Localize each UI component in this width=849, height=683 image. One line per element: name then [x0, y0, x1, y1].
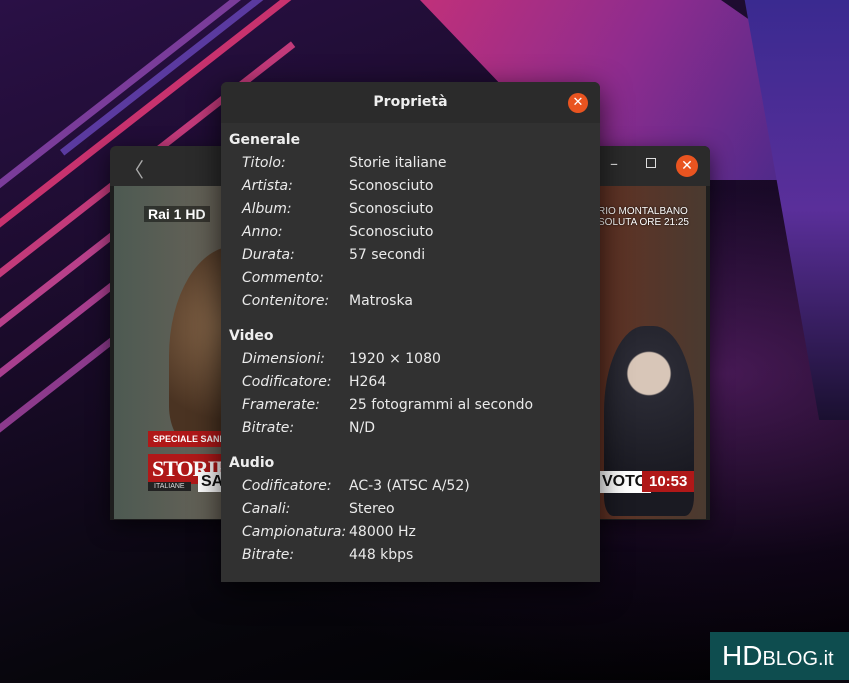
promo-text: RIO MONTALBANO SOLUTA ORE 21:25	[598, 206, 689, 228]
property-label: Canali:	[242, 501, 291, 517]
property-value: H264	[349, 374, 387, 390]
dialog-header-bar[interactable]: Proprietà ✕	[221, 82, 600, 123]
show-subtitle-graphic: ITALIANE	[148, 482, 191, 491]
minimize-icon[interactable]: –	[610, 154, 618, 173]
close-icon[interactable]: ✕	[568, 93, 588, 113]
property-value: Sconosciuto	[349, 224, 434, 240]
property-label: Campionatura:	[242, 524, 347, 540]
channel-logo: Rai 1 HD	[144, 206, 210, 222]
property-value: 448 kbps	[349, 547, 414, 563]
property-value: Storie italiane	[349, 155, 447, 171]
clock-badge: 10:53	[642, 471, 695, 492]
property-label: Commento:	[242, 270, 324, 286]
property-label: Dimensioni:	[242, 351, 326, 367]
property-value: Sconosciuto	[349, 178, 434, 194]
watermark-suffix: BLOG.it	[762, 648, 834, 670]
property-value: 25 fotogrammi al secondo	[349, 397, 534, 413]
property-value: 1920 × 1080	[349, 351, 441, 367]
property-label: Album:	[242, 201, 292, 217]
property-label: Contenitore:	[242, 293, 330, 309]
property-value: AC-3 (ATSC A/52)	[349, 478, 470, 494]
property-label: Anno:	[242, 224, 283, 240]
property-label: Bitrate:	[242, 420, 295, 436]
property-label: Codificatore:	[242, 478, 332, 494]
chevron-left-icon[interactable]: 〈	[124, 154, 144, 183]
property-label: Artista:	[242, 178, 293, 194]
property-label: Titolo:	[242, 155, 286, 171]
property-label: Codificatore:	[242, 374, 332, 390]
close-icon[interactable]: ✕	[676, 155, 698, 177]
property-value: N/D	[349, 420, 375, 436]
hdblog-watermark: HDBLOG.it	[710, 632, 849, 680]
property-value: Sconosciuto	[349, 201, 434, 217]
property-value: 57 secondi	[349, 247, 426, 263]
property-label: Bitrate:	[242, 547, 295, 563]
dialog-title: Proprietà	[373, 94, 448, 110]
property-label: Framerate:	[242, 397, 320, 413]
properties-dialog: Proprietà ✕ Generale Titolo: Storie italia…	[221, 82, 600, 582]
property-label: Durata:	[242, 247, 295, 263]
section-heading-audio: Audio	[229, 455, 275, 471]
property-value: Stereo	[349, 501, 395, 517]
section-heading-video: Video	[229, 328, 274, 344]
maximize-icon[interactable]	[646, 158, 656, 168]
property-value: Matroska	[349, 293, 413, 309]
property-value: 48000 Hz	[349, 524, 416, 540]
watermark-brand: HD	[722, 640, 763, 671]
section-heading-generale: Generale	[229, 132, 301, 148]
